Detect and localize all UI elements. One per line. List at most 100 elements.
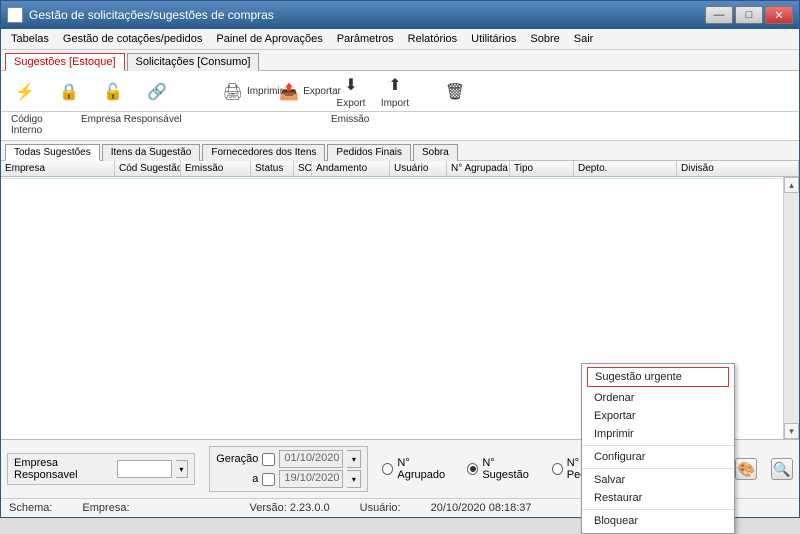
tab-sugestoes-estoque[interactable]: Sugestões [Estoque] — [5, 53, 125, 71]
action-lock[interactable]: 🔒 — [55, 81, 83, 103]
ctx-configurar[interactable]: Configurar — [582, 448, 734, 466]
menu-utilitarios[interactable]: Utilitários — [471, 33, 516, 45]
menu-sobre[interactable]: Sobre — [530, 33, 559, 45]
ctx-exportar[interactable]: Exportar — [582, 407, 734, 425]
col-usuario[interactable]: Usuário — [390, 161, 447, 176]
print-button[interactable]: 🖨 Imprimir — [223, 81, 264, 103]
file-import-icon: ⬆ — [384, 74, 406, 96]
ctx-salvar[interactable]: Salvar — [582, 471, 734, 489]
data-ate-dropdown-icon[interactable]: ▾ — [347, 470, 361, 488]
radio-n-sugestao-group[interactable]: N° Sugestão — [467, 457, 537, 481]
scroll-down-icon[interactable]: ▾ — [784, 423, 799, 439]
close-button[interactable]: ✕ — [765, 6, 793, 24]
col-cod-sugestao[interactable]: Cód Sugestão — [115, 161, 181, 176]
vertical-scrollbar[interactable]: ▴ ▾ — [783, 177, 799, 439]
export-file-button[interactable]: ⬇ Export — [337, 74, 365, 109]
maximize-button[interactable]: □ — [735, 6, 763, 24]
file-export-icon: ⬇ — [340, 74, 362, 96]
col-status[interactable]: Status — [251, 161, 294, 176]
label-empresa-responsavel: Empresa Responsável — [81, 114, 271, 136]
titlebar: Gestão de solicitações/sugestões de comp… — [1, 1, 799, 29]
export-label: Exportar — [303, 86, 341, 97]
link-icon: 🔗 — [146, 81, 168, 103]
print-label: Imprimir — [247, 86, 283, 97]
lock-icon: 🔒 — [58, 81, 80, 103]
empresa-responsavel-group: Empresa Responsavel ▾ — [7, 453, 195, 485]
status-datetime: 20/10/2020 08:18:37 — [431, 502, 532, 514]
scroll-up-icon[interactable]: ▴ — [784, 177, 799, 193]
minimize-button[interactable]: — — [705, 6, 733, 24]
geracao-ate-checkbox[interactable] — [262, 473, 275, 486]
data-de-input[interactable]: 01/10/2020 — [279, 450, 343, 468]
ctx-restaurar[interactable]: Restaurar — [582, 489, 734, 507]
action-attach[interactable]: 🔗 — [143, 81, 171, 103]
toolbar: ⚡ 🔒 🔓 🔗 🖨 Imprimir 📤 Exportar ⬇ — [1, 71, 799, 112]
label-codigo-interno: Código Interno — [11, 114, 71, 136]
label-empresa-resp: Empresa Responsavel — [14, 457, 113, 481]
tab-fornecedores[interactable]: Fornecedores dos Itens — [202, 144, 325, 161]
tab-todas-sugestoes[interactable]: Todas Sugestões — [5, 144, 100, 161]
action-new[interactable]: ⚡ — [11, 81, 39, 103]
col-depto[interactable]: Depto. — [574, 161, 677, 176]
col-sc[interactable]: SC — [294, 161, 312, 176]
import-file-button[interactable]: ⬆ Import — [381, 74, 409, 109]
col-andamento[interactable]: Andamento — [312, 161, 390, 176]
col-n-agrupada[interactable]: N° Agrupada — [447, 161, 510, 176]
import-file-label: Import — [381, 98, 409, 109]
geracao-group: Geração 01/10/2020 ▾ a 19/10/2020 ▾ — [209, 446, 368, 492]
col-divisao[interactable]: Divisão — [677, 161, 799, 176]
empresa-dropdown-icon[interactable]: ▾ — [176, 460, 189, 478]
palette-icon: 🎨 — [737, 461, 754, 478]
menu-tabelas[interactable]: Tabelas — [11, 33, 49, 45]
ctx-sugestao-urgente[interactable]: Sugestão urgente — [587, 367, 729, 387]
app-icon — [7, 7, 23, 23]
menu-parametros[interactable]: Parâmetros — [337, 33, 394, 45]
col-empresa[interactable]: Empresa — [1, 161, 115, 176]
binoculars-icon: 🔍 — [773, 461, 790, 478]
ctx-ordenar[interactable]: Ordenar — [582, 389, 734, 407]
menu-relatorios[interactable]: Relatórios — [408, 33, 458, 45]
label-n-agrupado: N° Agrupado — [397, 457, 453, 481]
printer-icon: 🖨 — [223, 81, 243, 103]
app-window: Gestão de solicitações/sugestões de comp… — [0, 0, 800, 518]
tab-pedidos-finais[interactable]: Pedidos Finais — [327, 144, 411, 161]
export-file-label: Export — [337, 98, 366, 109]
menu-cotacoes[interactable]: Gestão de cotações/pedidos — [63, 33, 202, 45]
label-emissao: Emissão — [331, 114, 369, 136]
delete-button[interactable]: 🗑 — [441, 81, 469, 103]
export-icon: 📤 — [279, 81, 299, 103]
radio-n-sugestao[interactable] — [467, 463, 478, 475]
tab-sobra[interactable]: Sobra — [413, 144, 458, 161]
menubar: Tabelas Gestão de cotações/pedidos Paine… — [1, 29, 799, 50]
label-n-sugestao: N° Sugestão — [482, 457, 537, 481]
status-versao: 2.23.0.0 — [290, 502, 330, 514]
ctx-bloquear[interactable]: Bloquear — [582, 512, 734, 530]
context-menu: Sugestão urgente Ordenar Exportar Imprim… — [581, 363, 735, 534]
search-button[interactable]: 🔍 — [771, 458, 793, 480]
radio-n-agrupado-group[interactable]: N° Agrupado — [382, 457, 453, 481]
status-versao-label: Versão: — [250, 502, 287, 514]
action-lock-remove[interactable]: 🔓 — [99, 81, 127, 103]
export-button[interactable]: 📤 Exportar — [279, 81, 321, 103]
status-schema: Schema: — [9, 502, 52, 514]
data-de-dropdown-icon[interactable]: ▾ — [347, 450, 361, 468]
radio-n-pedido[interactable] — [552, 463, 563, 475]
geracao-de-checkbox[interactable] — [262, 453, 275, 466]
col-tipo[interactable]: Tipo — [510, 161, 574, 176]
ctx-imprimir[interactable]: Imprimir — [582, 425, 734, 443]
tab-itens-sugestao[interactable]: Itens da Sugestão — [102, 144, 201, 161]
palette-button[interactable]: 🎨 — [735, 458, 757, 480]
radio-n-agrupado[interactable] — [382, 463, 393, 475]
menu-painel[interactable]: Painel de Aprovações — [216, 33, 322, 45]
status-empresa: Empresa: — [82, 502, 129, 514]
empresa-responsavel-input[interactable] — [117, 460, 172, 478]
lock-remove-icon: 🔓 — [102, 81, 124, 103]
menu-sair[interactable]: Sair — [574, 33, 594, 45]
data-grid[interactable]: ▴ ▾ Sugestão urgente Ordenar Exportar Im… — [1, 177, 799, 439]
data-ate-input[interactable]: 19/10/2020 — [279, 470, 343, 488]
label-a: a — [252, 473, 258, 485]
tab-solicitacoes-consumo[interactable]: Solicitações [Consumo] — [127, 53, 260, 71]
label-geracao: Geração — [216, 453, 258, 465]
module-tabs: Sugestões [Estoque] Solicitações [Consum… — [1, 50, 799, 71]
col-emissao[interactable]: Emissão — [181, 161, 251, 176]
